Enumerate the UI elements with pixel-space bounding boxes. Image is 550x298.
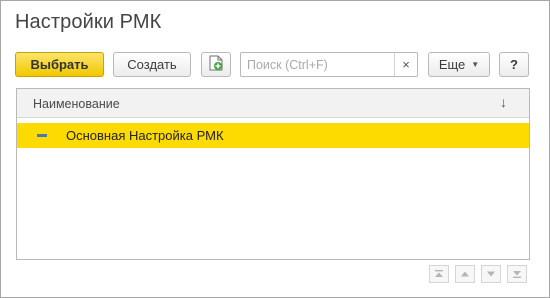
column-header-name[interactable]: Наименование [33, 97, 120, 111]
move-down-button[interactable] [481, 265, 501, 283]
settings-table: Наименование ↓ Основная Настройка РМК [16, 88, 530, 260]
more-button-label: Еще [438, 57, 466, 72]
dialog-window: Настройки РМК Выбрать Создать × Еще ▼ ? … [0, 0, 550, 298]
add-document-icon [209, 55, 223, 74]
chevron-down-icon: ▼ [471, 60, 480, 69]
row-name: Основная Настройка РМК [66, 128, 224, 143]
select-button[interactable]: Выбрать [15, 52, 104, 77]
move-to-bottom-icon [513, 271, 521, 278]
more-button[interactable]: Еще ▼ [428, 52, 490, 77]
search-input[interactable] [241, 53, 395, 76]
move-to-bottom-button[interactable] [507, 265, 527, 283]
move-down-icon [487, 271, 495, 277]
create-button[interactable]: Создать [113, 52, 191, 77]
page-title: Настройки РМК [15, 11, 162, 33]
move-to-top-icon [435, 270, 443, 277]
clear-search-button[interactable]: × [394, 53, 417, 76]
table-header[interactable]: Наименование ↓ [17, 89, 529, 118]
move-up-icon [461, 271, 469, 277]
table-row[interactable]: Основная Настройка РМК [17, 123, 529, 148]
sort-icon[interactable]: ↓ [500, 94, 507, 110]
move-to-top-button[interactable] [429, 265, 449, 283]
item-marker-icon [37, 134, 47, 137]
copy-button[interactable] [201, 52, 231, 77]
help-button[interactable]: ? [499, 52, 529, 77]
move-up-button[interactable] [455, 265, 475, 283]
search-box: × [240, 52, 418, 77]
